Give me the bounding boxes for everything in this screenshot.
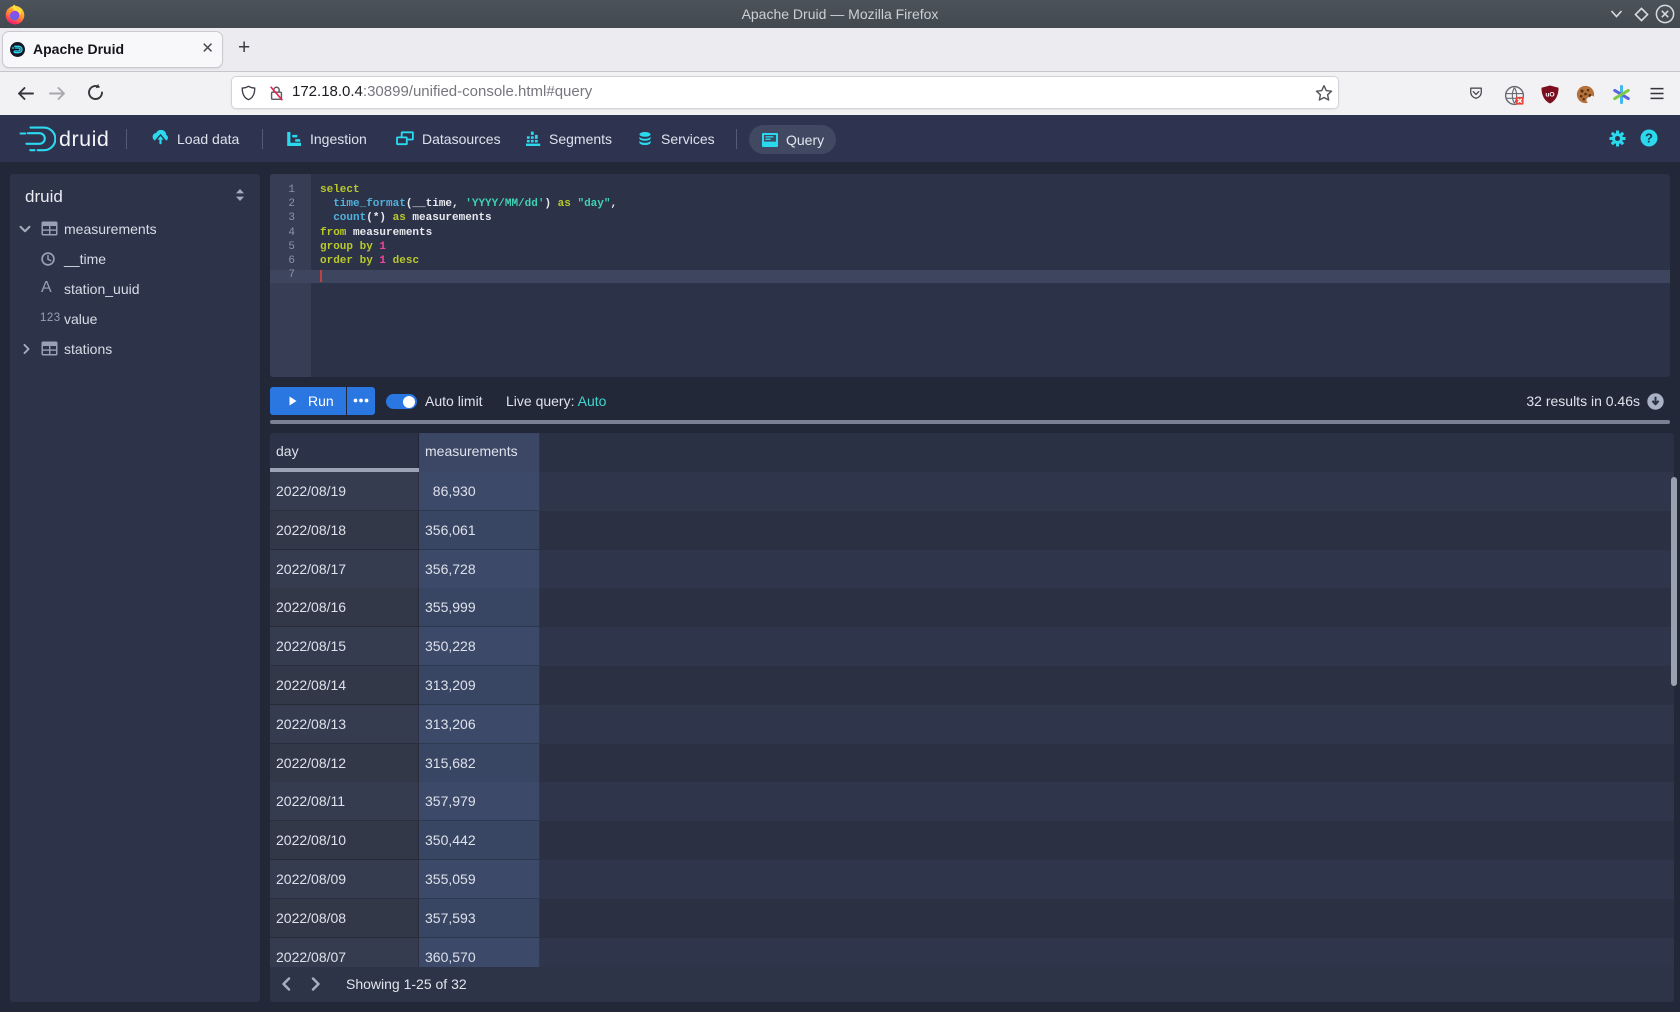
svg-text:?: ? — [1645, 131, 1653, 146]
svg-text:uO: uO — [1545, 91, 1554, 98]
